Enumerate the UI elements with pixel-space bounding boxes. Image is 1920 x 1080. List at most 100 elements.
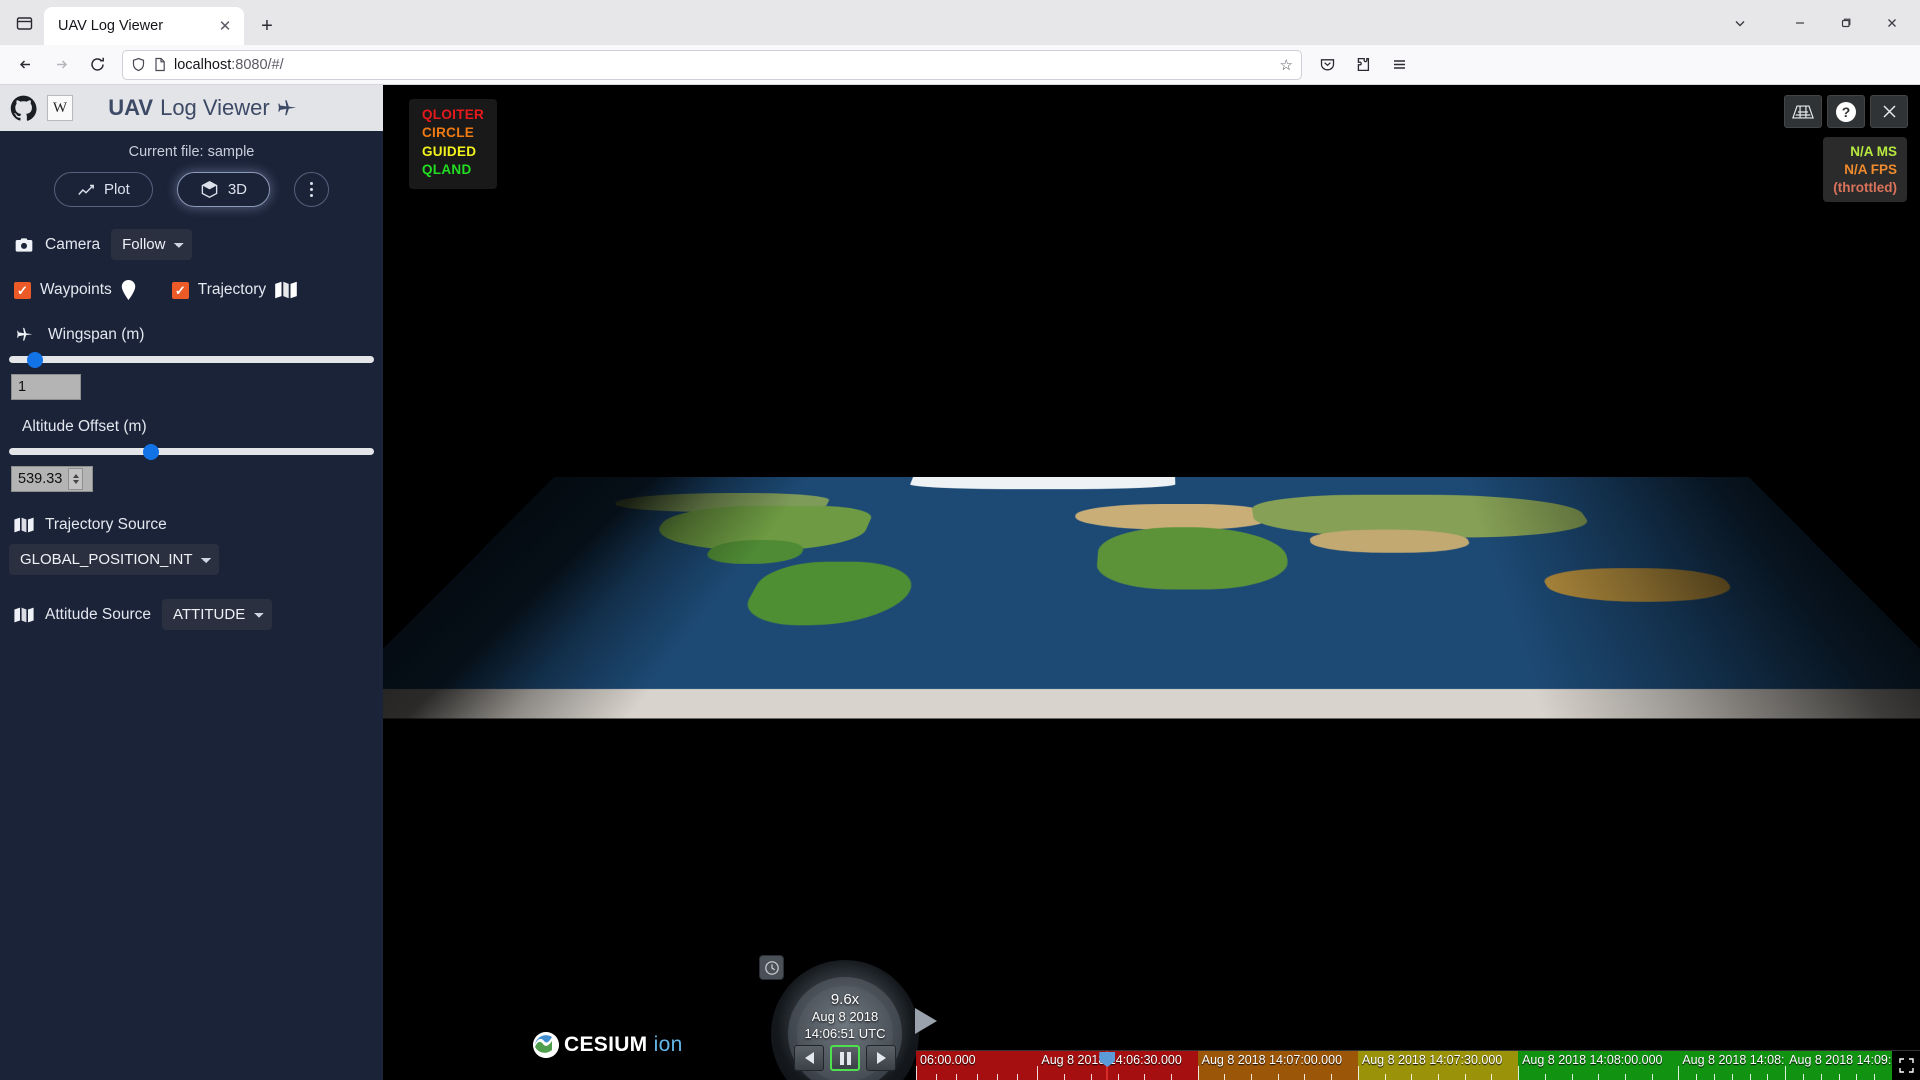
- timeline-ticks: [1785, 1070, 1892, 1080]
- cesium-credit-text: CESIUM ion: [564, 1033, 683, 1057]
- current-file-label: Current file: sample: [0, 131, 383, 170]
- timeline-playhead[interactable]: [1106, 1051, 1108, 1080]
- altitude-slider[interactable]: 539.33: [0, 436, 383, 492]
- globe-scene[interactable]: [383, 85, 1920, 1080]
- tab-title: UAV Log Viewer: [58, 18, 206, 34]
- chevron-down-icon[interactable]: [1720, 6, 1760, 40]
- close-window-button[interactable]: [1870, 6, 1914, 40]
- altitude-value: 539.33: [18, 471, 62, 487]
- github-icon[interactable]: [10, 95, 37, 122]
- timeline-ticks: [916, 1070, 1037, 1080]
- altitude-thumb[interactable]: [143, 444, 159, 460]
- flight-mode-legend: QLOITERCIRCLEGUIDEDQLAND: [409, 99, 497, 189]
- flight-mode-qloiter: QLOITER: [422, 106, 484, 124]
- view-mode-buttons: Plot 3D: [0, 170, 383, 223]
- day-night-terminator: [383, 477, 1920, 719]
- trajectory-source-row: Trajectory Source: [0, 492, 383, 534]
- camera-row: Camera Follow: [0, 223, 383, 260]
- camera-select[interactable]: Follow: [111, 229, 192, 260]
- maximize-button[interactable]: [1824, 6, 1868, 40]
- more-options-button[interactable]: [294, 172, 329, 207]
- toolbar-actions: [1310, 49, 1416, 81]
- airplane-icon: [277, 98, 298, 119]
- cesium-toolbar: ?: [1784, 95, 1908, 128]
- timeline[interactable]: 06:00.000Aug 8 2018 14:06:30.000 Aug 8 20…: [916, 1050, 1920, 1080]
- bookmark-star-icon[interactable]: ☆: [1280, 56, 1293, 74]
- minimize-button[interactable]: [1778, 6, 1822, 40]
- cesium-logo-icon: [533, 1032, 559, 1058]
- shield-icon: [131, 57, 146, 72]
- wingspan-slider[interactable]: 1: [0, 344, 383, 400]
- grid-icon[interactable]: [1784, 95, 1822, 128]
- cesium-viewer[interactable]: QLOITERCIRCLEGUIDEDQLAND ? N/A MS: [383, 85, 1920, 1080]
- app-title-bold: UAV: [108, 95, 153, 121]
- wingspan-value-input[interactable]: 1: [11, 374, 81, 400]
- threed-button[interactable]: 3D: [177, 172, 270, 207]
- trajectory-source-select[interactable]: GLOBAL_POSITION_INT: [9, 544, 219, 575]
- address-bar[interactable]: localhost:8080/#/ ☆: [122, 50, 1302, 80]
- perf-fps: N/A FPS: [1833, 161, 1897, 179]
- map-icon: [275, 281, 297, 299]
- reverse-button[interactable]: [794, 1045, 824, 1071]
- cube-icon: [200, 180, 219, 199]
- app-header: W UAV Log Viewer: [0, 85, 383, 131]
- close-viewer-button[interactable]: [1870, 95, 1908, 128]
- timeline-segment[interactable]: 06:00.000: [916, 1051, 1037, 1080]
- wingspan-label-row: Wingspan (m): [0, 300, 383, 344]
- timeline-segment[interactable]: Aug 8 2018 14:07:00.000: [1198, 1051, 1358, 1080]
- earth-imagery: [383, 477, 1920, 719]
- timeline-segment[interactable]: Aug 8 2018 14:09:00.000: [1785, 1051, 1892, 1080]
- altitude-value-input[interactable]: 539.33: [11, 466, 93, 492]
- wingspan-value: 1: [18, 379, 26, 395]
- page-icon: [153, 57, 167, 72]
- reload-button[interactable]: [80, 49, 114, 81]
- timeline-segment[interactable]: Aug 8 2018 14:08:30.000: [1678, 1051, 1785, 1080]
- tab-close-icon[interactable]: ✕: [214, 15, 236, 37]
- timeline-segment[interactable]: Aug 8 2018 14:07:30.000: [1358, 1051, 1518, 1080]
- timeline-segment[interactable]: Aug 8 2018 14:08:00.000: [1518, 1051, 1678, 1080]
- wikipedia-icon[interactable]: W: [47, 95, 73, 121]
- extensions-icon[interactable]: [1346, 49, 1380, 81]
- timeline-segment[interactable]: Aug 8 2018 14:06:30.000: [1037, 1051, 1197, 1080]
- pause-button[interactable]: [830, 1045, 860, 1071]
- new-tab-button[interactable]: +: [250, 9, 284, 43]
- forward-button[interactable]: [44, 49, 78, 81]
- map-plane[interactable]: [383, 477, 1920, 719]
- map-pin-icon: [121, 280, 136, 300]
- timeline-label: Aug 8 2018 14:07:00.000: [1202, 1053, 1342, 1067]
- clock-readout: 9.6x Aug 8 2018 14:06:51 UTC: [771, 990, 919, 1042]
- map-icon: [14, 607, 34, 623]
- altitude-stepper[interactable]: [68, 468, 83, 490]
- animation-widget[interactable]: 9.6x Aug 8 2018 14:06:51 UTC: [771, 960, 919, 1080]
- camera-icon: [14, 235, 34, 255]
- performance-overlay: N/A MS N/A FPS (throttled): [1823, 137, 1907, 202]
- browser-tab[interactable]: UAV Log Viewer ✕: [44, 7, 244, 45]
- save-to-pocket-icon[interactable]: [1310, 49, 1344, 81]
- trajectory-checkbox[interactable]: [172, 282, 189, 299]
- timeline-track[interactable]: 06:00.000Aug 8 2018 14:06:30.000 Aug 8 20…: [916, 1051, 1892, 1080]
- app-menu-icon[interactable]: [1382, 49, 1416, 81]
- altitude-track[interactable]: [9, 448, 374, 455]
- timeline-ticks: [1037, 1070, 1197, 1080]
- help-button[interactable]: ?: [1827, 95, 1865, 128]
- kebab-menu-icon: [310, 182, 314, 198]
- clock-time: 14:06:51 UTC: [771, 1026, 919, 1043]
- tab-strip: UAV Log Viewer ✕ +: [0, 0, 1920, 45]
- fullscreen-button[interactable]: [1892, 1051, 1920, 1080]
- trajectory-source-label: Trajectory Source: [45, 516, 167, 534]
- flight-mode-qland: QLAND: [422, 161, 484, 179]
- play-button[interactable]: [866, 1045, 896, 1071]
- waypoints-checkbox[interactable]: [14, 282, 31, 299]
- flight-mode-circle: CIRCLE: [422, 124, 484, 142]
- wingspan-thumb[interactable]: [27, 352, 43, 368]
- wingspan-track[interactable]: [9, 356, 374, 363]
- attitude-source-select[interactable]: ATTITUDE: [162, 599, 272, 630]
- flight-mode-guided: GUIDED: [422, 143, 484, 161]
- trajectory-source-select-wrap: GLOBAL_POSITION_INT: [0, 534, 383, 575]
- plot-button[interactable]: Plot: [54, 172, 153, 207]
- back-button[interactable]: [8, 49, 42, 81]
- cesium-ion-credit[interactable]: CESIUM ion: [533, 1032, 683, 1058]
- list-all-tabs-icon[interactable]: [4, 1, 44, 45]
- clock-icon[interactable]: [759, 955, 784, 980]
- trajectory-label: Trajectory: [198, 281, 266, 299]
